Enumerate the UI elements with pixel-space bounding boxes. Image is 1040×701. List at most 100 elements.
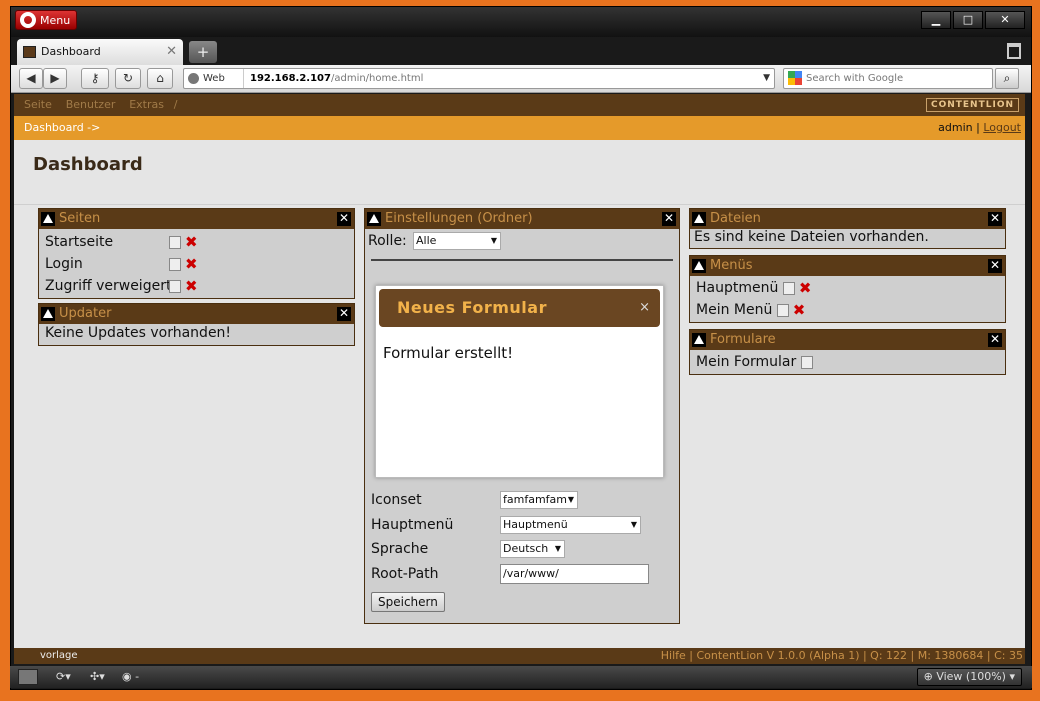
tab-dashboard[interactable]: Dashboard ✕ xyxy=(17,39,183,65)
sync-icon[interactable]: ⟳▾ xyxy=(56,669,71,685)
user-separator: | xyxy=(976,121,980,134)
menu-link[interactable]: Mein Menü xyxy=(696,302,772,318)
close-widget-icon[interactable]: ✕ xyxy=(337,212,351,226)
page-link[interactable]: Startseite xyxy=(45,234,113,250)
rootpath-input[interactable]: /var/www/ xyxy=(500,563,649,584)
close-window-button[interactable]: ✕ xyxy=(985,11,1025,29)
iconset-select[interactable]: famfamfam ▼ xyxy=(500,491,578,509)
setting-row-hauptmenu: Hauptmenü Hauptmenü ▼ xyxy=(365,513,679,538)
logout-link[interactable]: Logout xyxy=(983,121,1021,134)
key-icon[interactable]: ⚷ xyxy=(81,68,109,89)
window-controls: ▁ □ ✕ xyxy=(921,11,1025,29)
username: admin xyxy=(938,121,973,134)
nav-benutzer[interactable]: Benutzer xyxy=(66,98,116,111)
close-widget-icon[interactable]: ✕ xyxy=(988,259,1002,273)
close-dialog-icon[interactable]: × xyxy=(639,289,650,327)
setting-row-rootpath: Root-Path /var/www/ xyxy=(365,562,679,587)
navigation-bar: ◀ ▶ ⚷ ↻ ⌂ Web 192.168.2.107/admin/home.ht… xyxy=(11,65,1031,93)
collapse-icon[interactable] xyxy=(41,212,55,226)
address-dropdown-icon[interactable]: ▼ xyxy=(763,69,770,88)
address-bar[interactable]: Web 192.168.2.107/admin/home.html ▼ xyxy=(183,68,775,89)
page-title: Dashboard xyxy=(33,154,143,175)
widget-header[interactable]: Einstellungen (Ordner) ✕ xyxy=(365,209,679,229)
close-tab-icon[interactable]: ✕ xyxy=(166,39,177,65)
menu-link[interactable]: Hauptmenü xyxy=(696,280,778,296)
delete-icon[interactable]: ✖ xyxy=(185,275,198,297)
edit-icon[interactable] xyxy=(800,355,813,369)
page-link[interactable]: Zugriff verweigert xyxy=(45,278,171,294)
template-name: vorlage xyxy=(40,650,78,661)
widget-header[interactable]: Updater ✕ xyxy=(39,304,354,324)
widget-header[interactable]: Formulare ✕ xyxy=(690,330,1005,350)
role-row: Rolle: Alle ▼ xyxy=(365,229,679,253)
edit-icon[interactable] xyxy=(169,235,181,249)
new-tab-button[interactable]: + xyxy=(189,41,217,63)
divider xyxy=(14,204,1025,205)
trash-icon[interactable] xyxy=(1007,43,1021,59)
nav-separator: / xyxy=(173,98,178,111)
widget-title: Formulare xyxy=(710,332,776,347)
form-link[interactable]: Mein Formular xyxy=(696,354,796,370)
page-link[interactable]: Login xyxy=(45,256,83,272)
widget-header[interactable]: Seiten ✕ xyxy=(39,209,354,229)
collapse-icon[interactable] xyxy=(41,307,55,321)
collapse-icon[interactable] xyxy=(367,212,381,226)
nav-extras[interactable]: Extras xyxy=(129,98,164,111)
delete-icon[interactable]: ✖ xyxy=(799,277,812,299)
list-item: Mein Formular xyxy=(696,351,999,373)
close-widget-icon[interactable]: ✕ xyxy=(337,307,351,321)
browser-status-bar: ⟳▾ ✣▾ ◉ - ⊕ View (100%) ▾ xyxy=(10,666,1032,688)
widget-menus: Menüs ✕ Hauptmenü ✖ Mein Menü ✖ xyxy=(689,255,1006,323)
edit-icon[interactable] xyxy=(782,281,795,295)
tab-bar: Dashboard ✕ + xyxy=(11,37,1031,65)
dateien-message: Es sind keine Dateien vorhanden. xyxy=(694,229,929,245)
list-item: Login ✖ xyxy=(45,253,348,275)
setting-label: Root-Path xyxy=(371,565,439,582)
unite-icon[interactable]: ◉ - xyxy=(122,669,139,685)
forward-button[interactable]: ▶ xyxy=(43,68,67,89)
widget-title: Seiten xyxy=(59,211,101,226)
widget-title: Einstellungen (Ordner) xyxy=(385,211,533,226)
hauptmenu-select[interactable]: Hauptmenü ▼ xyxy=(500,515,641,534)
home-button[interactable]: ⌂ xyxy=(147,68,173,89)
zoom-control[interactable]: ⊕ View (100%) ▾ xyxy=(916,668,1022,686)
sprache-select[interactable]: Deutsch ▼ xyxy=(500,540,565,558)
widget-title: Menüs xyxy=(710,258,753,273)
widget-title: Updater xyxy=(59,306,112,321)
search-button[interactable]: ⌕ xyxy=(995,68,1019,89)
minimize-button[interactable]: ▁ xyxy=(921,11,951,29)
edit-icon[interactable] xyxy=(776,303,789,317)
search-field[interactable]: Search with Google xyxy=(783,68,993,89)
edit-icon[interactable] xyxy=(169,257,181,271)
dialog-message: Formular erstellt! xyxy=(383,344,514,362)
panel-toggle-icon[interactable] xyxy=(18,669,38,685)
delete-icon[interactable]: ✖ xyxy=(185,253,198,275)
close-widget-icon[interactable]: ✕ xyxy=(662,212,676,226)
close-widget-icon[interactable]: ✕ xyxy=(988,333,1002,347)
delete-icon[interactable]: ✖ xyxy=(185,231,198,253)
widget-updater: Updater ✕ Keine Updates vorhanden! xyxy=(38,303,355,346)
maximize-button[interactable]: □ xyxy=(953,11,983,29)
setting-label: Iconset xyxy=(371,492,422,508)
collapse-icon[interactable] xyxy=(692,333,706,347)
setting-label: Sprache xyxy=(371,541,429,557)
nav-seite[interactable]: Seite xyxy=(24,98,52,111)
edit-icon[interactable] xyxy=(169,279,181,293)
collapse-icon[interactable] xyxy=(692,259,706,273)
widget-header[interactable]: Menüs ✕ xyxy=(690,256,1005,276)
collapse-icon[interactable] xyxy=(692,212,706,226)
widget-header[interactable]: Dateien ✕ xyxy=(690,209,1005,229)
breadcrumb[interactable]: Dashboard -> xyxy=(24,121,100,134)
role-select[interactable]: Alle ▼ xyxy=(413,232,501,250)
reload-button[interactable]: ↻ xyxy=(115,68,141,89)
globe-icon xyxy=(188,72,199,84)
close-widget-icon[interactable]: ✕ xyxy=(988,212,1002,226)
back-button[interactable]: ◀ xyxy=(19,68,43,89)
turbo-icon[interactable]: ✣▾ xyxy=(90,669,105,685)
list-item: Zugriff verweigert ✖ xyxy=(45,275,348,297)
page-footer: vorlage Hilfe | ContentLion V 1.0.0 (Alp… xyxy=(14,648,1025,664)
widget-formulare: Formulare ✕ Mein Formular xyxy=(689,329,1006,375)
opera-menu-button[interactable]: Menu xyxy=(15,10,78,30)
save-button[interactable]: Speichern xyxy=(371,592,445,612)
delete-icon[interactable]: ✖ xyxy=(793,299,806,321)
